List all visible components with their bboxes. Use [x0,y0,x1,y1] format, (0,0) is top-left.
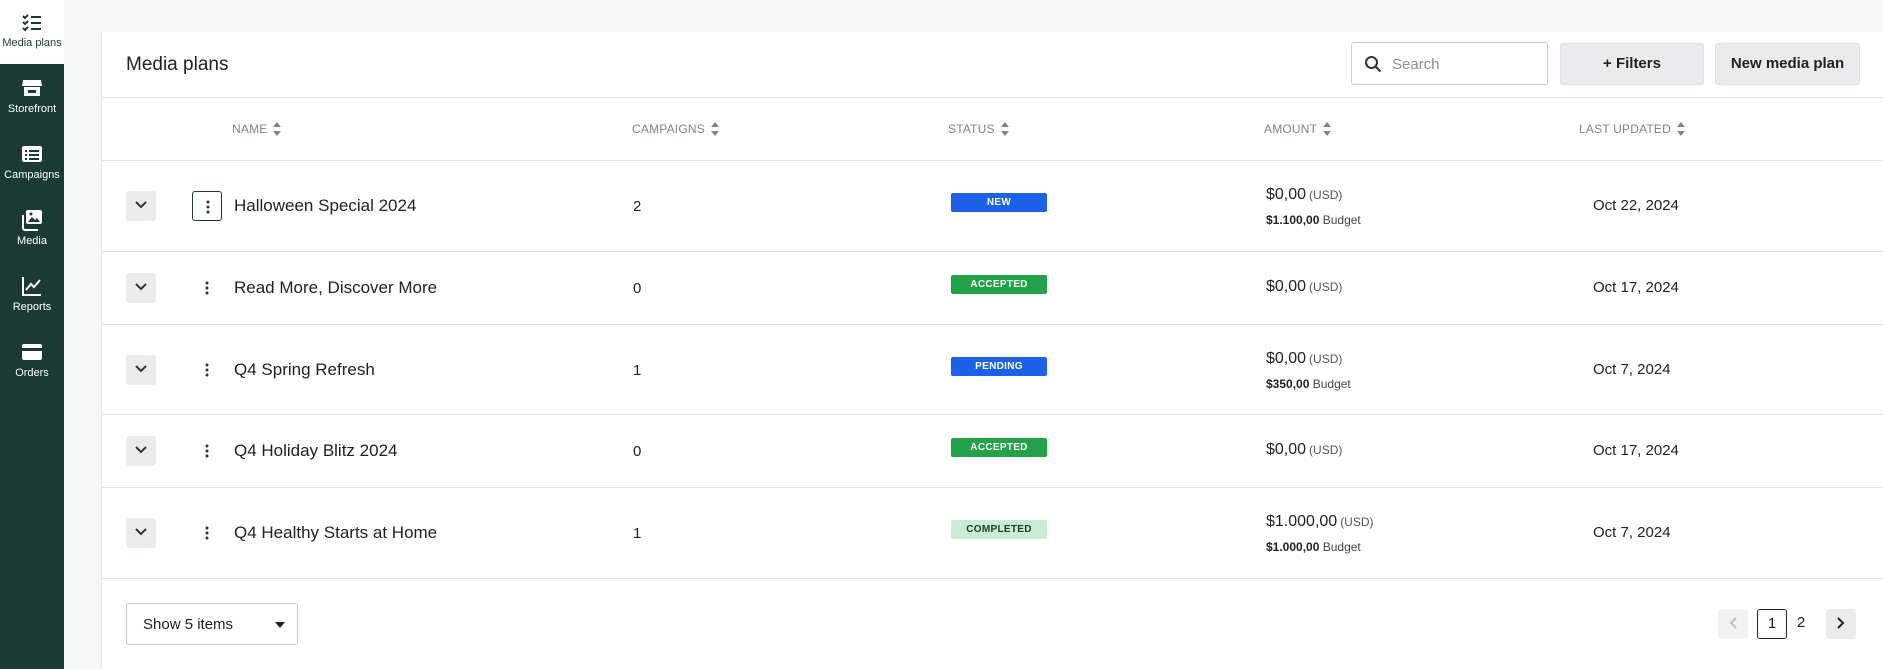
image-gallery-icon [22,210,42,231]
last-updated-date: Oct 7, 2024 [1593,361,1671,378]
table-row: Q4 Holiday Blitz 2024 0 ACCEPTED $0,00 (U… [102,415,1883,488]
amount-value: $0,00 (USD) [1266,441,1343,458]
checklist-icon [22,14,41,32]
chevron-right-icon [1837,617,1845,629]
media-plan-name[interactable]: Read More, Discover More [234,278,437,298]
line-chart-icon [22,277,41,296]
search-icon [1365,56,1382,73]
sort-icon [1676,122,1685,136]
sidebar: Media plans Storefront Campaigns Media R… [0,0,64,669]
campaigns-count: 2 [633,198,642,215]
row-actions-button[interactable] [192,436,222,466]
campaigns-count: 0 [633,443,642,460]
media-plan-name[interactable]: Halloween Special 2024 [234,196,416,216]
sort-icon [1000,122,1009,136]
status-badge: PENDING [951,357,1047,376]
amount-value: $1.000,00 (USD) [1266,513,1374,530]
row-actions-button[interactable] [192,518,222,548]
page-button-2[interactable]: 2 [1786,609,1816,639]
table-row: Halloween Special 2024 2 NEW $0,00 (USD) … [102,161,1883,252]
previous-page-button[interactable] [1718,609,1748,639]
sort-icon [1323,122,1332,136]
sidebar-item-media-plans[interactable]: Media plans [0,0,64,64]
next-page-button[interactable] [1826,609,1856,639]
search-input[interactable] [1392,53,1532,75]
sidebar-item-orders[interactable]: Orders [0,330,64,394]
budget-value: $350,00 Budget [1266,377,1351,391]
expand-row-button[interactable] [126,273,156,303]
last-updated-date: Oct 7, 2024 [1593,524,1671,541]
expand-row-button[interactable] [126,436,156,466]
sidebar-item-label: Media [17,235,47,247]
more-vertical-icon [206,200,210,214]
status-badge: COMPLETED [951,520,1047,539]
last-updated-date: Oct 22, 2024 [1593,197,1679,214]
sidebar-item-label: Storefront [7,103,57,115]
status-badge: ACCEPTED [951,438,1047,457]
chevron-down-icon [135,528,147,536]
chevron-down-icon [135,283,147,291]
sidebar-item-campaigns[interactable]: Campaigns [0,132,64,196]
search-box [1351,42,1548,85]
sidebar-item-storefront[interactable]: Storefront [0,66,64,130]
table-row: Q4 Spring Refresh 1 PENDING $0,00 (USD) $… [102,325,1883,415]
budget-value: $1.100,00 Budget [1266,213,1361,227]
credit-card-icon [22,344,42,360]
more-vertical-icon [205,526,209,540]
more-vertical-icon [205,444,209,458]
expand-row-button[interactable] [126,191,156,221]
status-badge: NEW [951,193,1047,212]
row-actions-button[interactable] [192,355,222,385]
storefront-icon [22,80,42,96]
amount-value: $0,00 (USD) [1266,350,1343,367]
last-updated-date: Oct 17, 2024 [1593,442,1679,459]
last-updated-date: Oct 17, 2024 [1593,279,1679,296]
media-plan-name[interactable]: Q4 Holiday Blitz 2024 [234,441,397,461]
row-actions-button[interactable] [192,191,222,221]
expand-row-button[interactable] [126,355,156,385]
expand-row-button[interactable] [126,518,156,548]
sort-icon [273,122,282,136]
sort-icon [710,122,719,136]
new-media-plan-button[interactable]: New media plan [1715,43,1860,85]
campaigns-count: 1 [633,362,642,379]
media-plan-name[interactable]: Q4 Spring Refresh [234,360,375,380]
page-size-select[interactable]: Show 5 items [126,603,298,645]
sidebar-item-label: Campaigns [4,169,60,181]
page-size-label: Show 5 items [143,616,234,633]
campaigns-count: 0 [633,280,642,297]
table-row: Q4 Healthy Starts at Home 1 COMPLETED $1… [102,488,1883,579]
sidebar-item-label: Media plans [2,37,62,49]
row-actions-button[interactable] [192,273,222,303]
column-header-amount[interactable]: AMOUNT [1264,121,1332,137]
chevron-down-icon [135,201,147,209]
column-header-last-updated[interactable]: LAST UPDATED [1579,121,1686,137]
status-badge: ACCEPTED [951,275,1047,294]
media-plans-card: Media plans + Filters New media plan NAM… [101,32,1883,669]
media-plan-name[interactable]: Q4 Healthy Starts at Home [234,523,437,543]
chevron-down-icon [135,446,147,454]
page-button-1[interactable]: 1 [1757,609,1787,639]
budget-value: $1.000,00 Budget [1266,540,1361,554]
sidebar-item-label: Orders [15,367,49,379]
card-header: Media plans + Filters New media plan [102,32,1883,98]
column-header-campaigns[interactable]: CAMPAIGNS [632,121,720,137]
table-row: Read More, Discover More 0 ACCEPTED $0,0… [102,252,1883,325]
filters-button[interactable]: + Filters [1560,43,1704,85]
more-vertical-icon [205,281,209,295]
sidebar-item-label: Reports [12,301,52,313]
sidebar-item-media[interactable]: Media [0,198,64,262]
chevron-down-icon [135,365,147,373]
column-header-status[interactable]: STATUS [948,121,1010,137]
list-icon [22,146,42,162]
chevron-left-icon [1729,617,1737,629]
sidebar-item-reports[interactable]: Reports [0,264,64,328]
more-vertical-icon [205,363,209,377]
amount-value: $0,00 (USD) [1266,186,1343,203]
page-title: Media plans [126,54,229,75]
column-header-name[interactable]: NAME [232,121,282,137]
caret-down-icon [275,622,285,628]
amount-value: $0,00 (USD) [1266,278,1343,295]
campaigns-count: 1 [633,525,642,542]
